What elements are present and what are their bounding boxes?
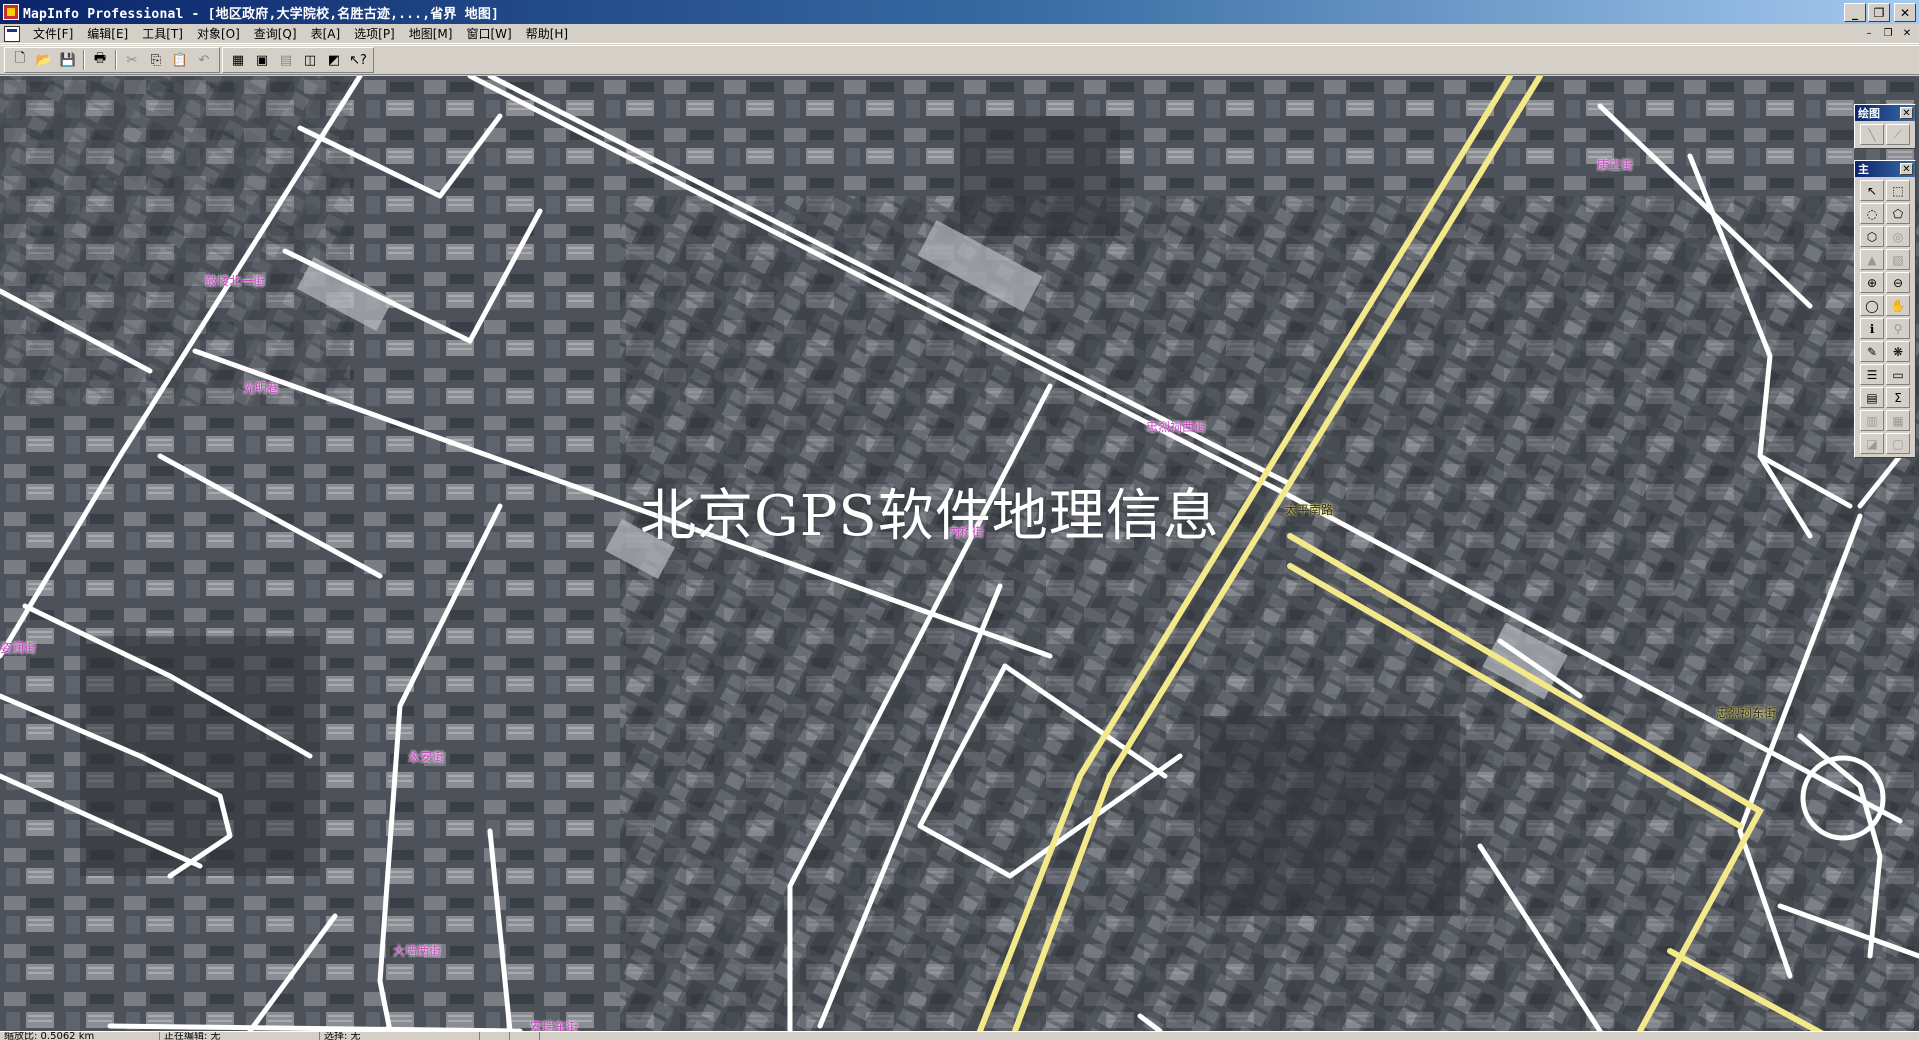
ruler-icon[interactable]: ▭: [1886, 364, 1910, 385]
status-editing[interactable]: 正在编辑: 无: [160, 1032, 320, 1040]
status-empty-2: [510, 1032, 540, 1040]
map-window[interactable]: 鼓楼北一街 光明巷 忠烈祠西街 太平南路 康庄街 内桥街 忠烈祠东街 永安街 大…: [0, 76, 1919, 1031]
copy-icon[interactable]: ⎘: [145, 49, 167, 71]
standard-toolbar: 🗋 📂 💾 🖶 ✂ ⎘ 📋 ↶ ▦ ▣ ▤ ◫ ◩ ↖?: [0, 45, 1919, 75]
status-zoom[interactable]: 缩放比: 0.5062 km: [0, 1032, 160, 1040]
show-all-icon[interactable]: ◪: [1860, 433, 1884, 454]
new-layout-icon[interactable]: ◫: [299, 49, 321, 71]
maximize-button[interactable]: ❐: [1868, 3, 1890, 22]
main-palette-close-button[interactable]: ✕: [1900, 163, 1913, 175]
menu-edit[interactable]: 编辑[E]: [80, 25, 135, 42]
graph-select-icon[interactable]: ▲: [1860, 249, 1884, 270]
change-view-icon[interactable]: ◯: [1860, 295, 1884, 316]
main-palette-title: 主: [1858, 163, 1869, 176]
street-label-anrui-dong: 安瑞东街: [530, 1020, 579, 1031]
layer-control-icon[interactable]: ☰: [1860, 364, 1884, 385]
save-icon[interactable]: 💾: [57, 49, 79, 71]
line-tool-icon[interactable]: ╲: [1860, 124, 1884, 145]
street-label-zirun: 姿润街: [0, 641, 37, 655]
main-palette: 主 ✕ ↖ ⬚ ◌ ⬠ ⬡ ◎ ▲ ▧ ⊕ ⊖ ◯ ✋ ℹ ⚲ ✎ ❋ ☰ ▭ ▤ Σ ▥ ▦ ◪ ▢: [1854, 160, 1916, 458]
menu-objects[interactable]: 对象[O]: [190, 25, 247, 42]
polyline-tool-icon[interactable]: ⟋: [1886, 124, 1910, 145]
zoom-out-icon[interactable]: ⊖: [1886, 272, 1910, 293]
main-palette-header[interactable]: 主 ✕: [1855, 161, 1915, 177]
print-icon[interactable]: 🖶: [89, 49, 111, 71]
select-icon[interactable]: ↖: [1860, 180, 1884, 201]
street-label-gulou-bei-yi: 鼓楼北一街: [205, 274, 266, 288]
info-icon[interactable]: ℹ: [1860, 318, 1884, 339]
statistics-icon[interactable]: Σ: [1886, 387, 1910, 408]
drawing-palette-title: 绘图: [1858, 107, 1880, 120]
street-label-daqiang-xi: 大墙西街: [393, 944, 442, 958]
road-label-taiping-nan: 太平南路: [1285, 503, 1334, 517]
menu-table[interactable]: 表[A]: [304, 25, 348, 42]
doc-minimize-button[interactable]: –: [1861, 26, 1877, 40]
legend-icon[interactable]: ▤: [1860, 387, 1884, 408]
polygon-select-icon[interactable]: ⬠: [1886, 203, 1910, 224]
menu-map[interactable]: 地图[M]: [402, 25, 460, 42]
marquee-select-icon[interactable]: ⬚: [1886, 180, 1910, 201]
set-clip-icon[interactable]: ▦: [1886, 410, 1910, 431]
title-bar: MapInfo Professional - [地区政府,大学院校,名胜古迹,.…: [0, 0, 1919, 24]
grabber-hand-icon[interactable]: ✋: [1886, 295, 1910, 316]
hotlink-icon[interactable]: ⚲: [1886, 318, 1910, 339]
label-icon[interactable]: ✎: [1860, 341, 1884, 362]
menu-options[interactable]: 选项[P]: [347, 25, 402, 42]
undo-icon[interactable]: ↶: [193, 49, 215, 71]
document-window-controls: – ❐ ✕: [1861, 26, 1915, 40]
status-empty-1: [480, 1032, 510, 1040]
help-pointer-icon[interactable]: ↖?: [347, 49, 369, 71]
redistrict-icon[interactable]: ◩: [323, 49, 345, 71]
street-label-guangming: 光明巷: [243, 381, 280, 395]
toolbar-separator: [83, 50, 85, 70]
drawing-palette: 绘图 ✕ ╲ ⟋: [1854, 104, 1916, 149]
drawing-palette-close-button[interactable]: ✕: [1900, 107, 1913, 119]
cut-icon[interactable]: ✂: [121, 49, 143, 71]
window-controls: _ ❐ ✕: [1844, 3, 1916, 22]
open-icon[interactable]: 📂: [33, 49, 55, 71]
drawing-palette-header[interactable]: 绘图 ✕: [1855, 105, 1915, 121]
minimize-button[interactable]: _: [1844, 3, 1866, 22]
main-tools: ↖ ⬚ ◌ ⬠ ⬡ ◎ ▲ ▧ ⊕ ⊖ ◯ ✋ ℹ ⚲ ✎ ❋ ☰ ▭ ▤ Σ ▥ ▦ ◪ ▢: [1855, 177, 1915, 457]
new-mapper-icon[interactable]: ▣: [251, 49, 273, 71]
status-selected[interactable]: 选择: 无: [320, 1032, 480, 1040]
watermark-text: 北京GPS软件地理信息: [640, 484, 1220, 549]
road-label-zhonglieci-dong: 忠烈祠东街: [1716, 706, 1777, 720]
street-label-zhonglieci-xi: 忠烈祠西街: [1146, 420, 1207, 434]
file-tool-group: 🗋 📂 💾 🖶 ✂ ⎘ 📋 ↶: [4, 47, 220, 73]
paste-icon[interactable]: 📋: [169, 49, 191, 71]
document-window-icon[interactable]: [4, 25, 20, 42]
doc-restore-button[interactable]: ❐: [1880, 26, 1896, 40]
clip-region-icon[interactable]: ▥: [1860, 410, 1884, 431]
new-grapher-icon[interactable]: ▤: [275, 49, 297, 71]
layout-icon[interactable]: ▢: [1886, 433, 1910, 454]
status-bar: 缩放比: 0.5062 km 正在编辑: 无 选择: 无: [0, 1031, 1919, 1040]
close-button[interactable]: ✕: [1894, 3, 1916, 22]
menu-query[interactable]: 查询[Q]: [247, 25, 304, 42]
window-tool-group: ▦ ▣ ▤ ◫ ◩ ↖?: [222, 47, 374, 73]
menu-bar: 文件[F] 编辑[E] 工具[T] 对象[O] 查询[Q] 表[A] 选项[P]…: [0, 24, 1919, 44]
street-label-kangzhuang: 康庄街: [1597, 158, 1634, 172]
menu-file[interactable]: 文件[F]: [26, 25, 80, 42]
toolbar-separator: [115, 50, 117, 70]
menu-tools[interactable]: 工具[T]: [135, 25, 190, 42]
boundary-select-icon[interactable]: ⬡: [1860, 226, 1884, 247]
new-browser-icon[interactable]: ▦: [227, 49, 249, 71]
new-icon[interactable]: 🗋: [9, 49, 31, 71]
mapinfo-app-icon[interactable]: [3, 4, 19, 20]
invert-selection-icon[interactable]: ▧: [1886, 249, 1910, 270]
street-label-yongan: 永安街: [408, 750, 445, 764]
radius-select-icon[interactable]: ◌: [1860, 203, 1884, 224]
doc-close-button[interactable]: ✕: [1899, 26, 1915, 40]
drawing-tools: ╲ ⟋: [1855, 121, 1915, 148]
drag-window-icon[interactable]: ❋: [1886, 341, 1910, 362]
menu-help[interactable]: 帮助[H]: [519, 25, 575, 42]
aerial-map-canvas[interactable]: [0, 76, 1919, 1031]
menu-window[interactable]: 窗口[W]: [459, 25, 518, 42]
unselect-all-icon[interactable]: ◎: [1886, 226, 1910, 247]
zoom-in-icon[interactable]: ⊕: [1860, 272, 1884, 293]
window-title: MapInfo Professional - [地区政府,大学院校,名胜古迹,.…: [23, 6, 500, 22]
